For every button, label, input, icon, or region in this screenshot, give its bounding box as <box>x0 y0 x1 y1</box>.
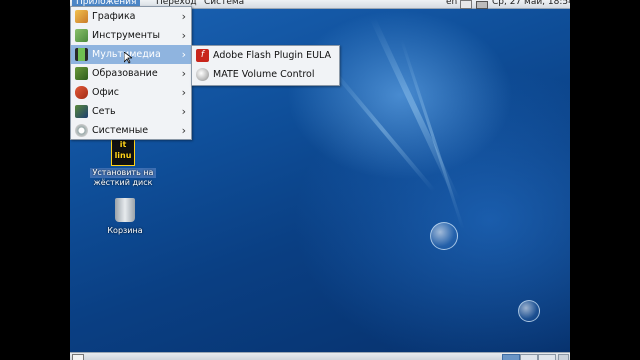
menu-item-label: Системные <box>92 125 149 136</box>
installer-label-line2: жёсткий диск <box>93 178 153 187</box>
bottom-panel <box>70 352 570 360</box>
menu-item-label: Образование <box>92 68 158 79</box>
menu-item-tools[interactable]: Инструменты › <box>71 26 191 45</box>
workspace-switcher-2[interactable] <box>520 354 538 360</box>
menu-item-education[interactable]: Образование › <box>71 64 191 83</box>
wallpaper-streak <box>400 39 465 231</box>
chevron-right-icon: › <box>181 10 186 23</box>
menu-item-label: Офис <box>92 87 119 98</box>
clock[interactable]: Ср, 27 май, 18:54 <box>492 0 570 8</box>
tools-icon <box>75 29 88 42</box>
system-icon <box>75 124 88 137</box>
menu-item-label: Графика <box>92 11 136 22</box>
mouse-cursor-icon <box>124 52 132 64</box>
display-icon[interactable] <box>476 1 488 9</box>
trash-applet-icon[interactable] <box>558 354 569 360</box>
install-to-disk-shortcut[interactable]: it linu Установить на жёсткий диск <box>90 138 156 188</box>
workspace-switcher-3[interactable] <box>538 354 556 360</box>
chevron-right-icon: › <box>181 105 186 118</box>
submenu-item-flash-eula[interactable]: f Adobe Flash Plugin EULA <box>192 46 339 65</box>
menu-item-network[interactable]: Сеть › <box>71 102 191 121</box>
show-desktop-icon[interactable] <box>72 354 84 360</box>
installer-logo-icon: it linu <box>111 138 135 166</box>
chevron-right-icon: › <box>181 67 186 80</box>
graphics-icon <box>75 10 88 23</box>
submenu-item-label: MATE Volume Control <box>213 69 315 80</box>
wallpaper-bubble <box>518 300 540 322</box>
chevron-right-icon: › <box>181 124 186 137</box>
desktop[interactable]: Приложения Переход Система en Ср, 27 май… <box>70 0 570 360</box>
trash-shortcut[interactable]: Корзина <box>92 198 158 236</box>
education-icon <box>75 67 88 80</box>
multimedia-submenu: f Adobe Flash Plugin EULA MATE Volume Co… <box>191 45 340 86</box>
workspace-switcher-1[interactable] <box>502 354 520 360</box>
system-menu-button[interactable]: Система <box>204 0 244 8</box>
chevron-right-icon: › <box>181 48 186 61</box>
network-icon <box>75 105 88 118</box>
applications-menu: Графика › Инструменты › Мультимедиа › Об… <box>70 6 192 140</box>
flash-icon: f <box>196 49 209 62</box>
installer-label-line1: Установить на <box>90 168 156 178</box>
menu-item-label: Сеть <box>92 106 116 117</box>
menu-item-graphics[interactable]: Графика › <box>71 7 191 26</box>
trash-icon <box>115 198 135 222</box>
menu-item-office[interactable]: Офис › <box>71 83 191 102</box>
multimedia-icon <box>75 48 88 61</box>
keyboard-layout-indicator[interactable]: en <box>446 0 457 8</box>
volume-icon <box>196 68 209 81</box>
chevron-right-icon: › <box>181 29 186 42</box>
wallpaper-streak <box>330 67 436 193</box>
menu-item-label: Инструменты <box>92 30 160 41</box>
wallpaper-bubble <box>430 222 458 250</box>
menu-item-system[interactable]: Системные › <box>71 121 191 140</box>
network-status-icon[interactable] <box>460 0 472 9</box>
chevron-right-icon: › <box>181 86 186 99</box>
office-icon <box>75 86 88 99</box>
submenu-item-label: Adobe Flash Plugin EULA <box>213 50 332 61</box>
trash-label: Корзина <box>107 226 143 235</box>
submenu-item-volume-control[interactable]: MATE Volume Control <box>192 65 339 84</box>
